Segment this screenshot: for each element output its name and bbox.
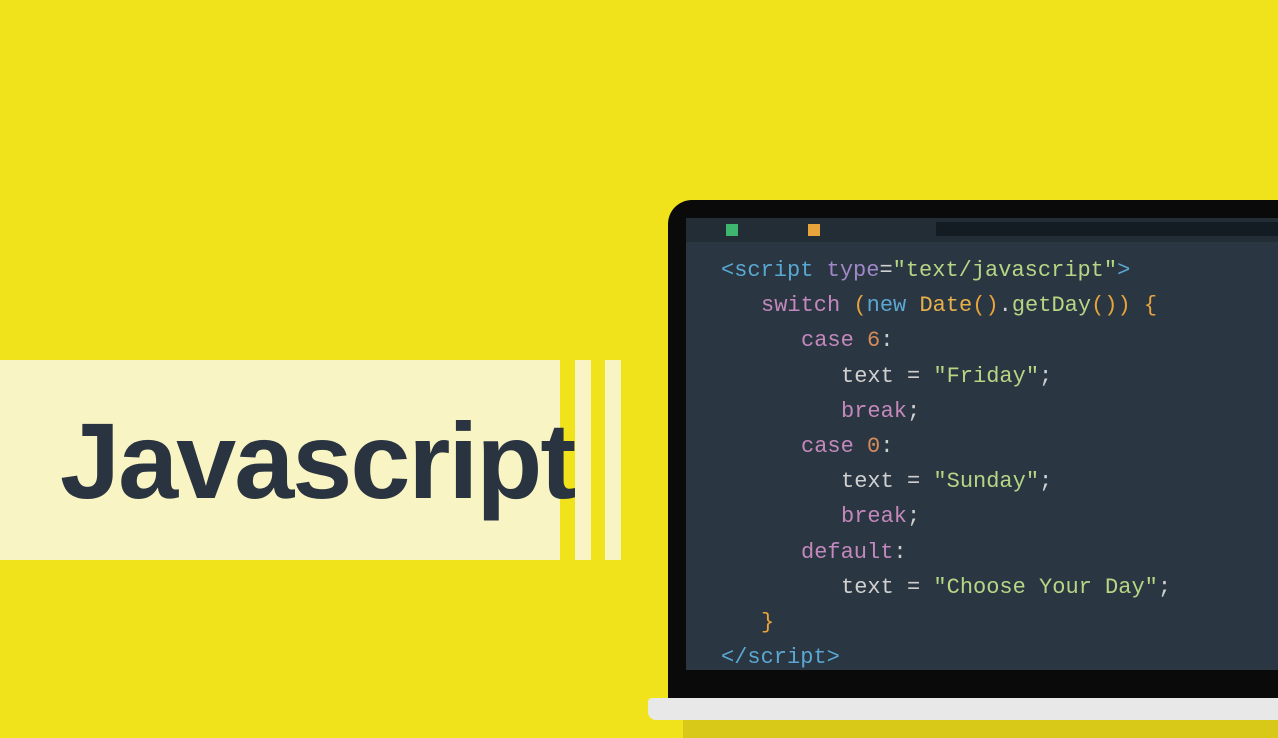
code-token: > (827, 645, 840, 670)
code-token: break (841, 504, 907, 529)
code-token: default (801, 540, 893, 565)
code-token: < (721, 258, 734, 283)
code-token: ; (907, 399, 920, 424)
code-token: case (801, 328, 854, 353)
code-token: type (827, 258, 880, 283)
code-token: ( (853, 293, 866, 318)
code-token: new (867, 293, 907, 318)
code-token: : (893, 540, 906, 565)
code-token: 0 (867, 434, 880, 459)
code-token: "Choose Your Day" (933, 575, 1157, 600)
laptop-illustration: <script type="text/javascript"> switch (… (648, 200, 1278, 720)
code-token: { (1144, 293, 1157, 318)
accent-bar (575, 360, 591, 560)
code-token: text (841, 364, 894, 389)
laptop-screen: <script type="text/javascript"> switch (… (686, 218, 1278, 670)
code-token: = (894, 364, 934, 389)
code-token: = (894, 469, 934, 494)
code-editor: <script type="text/javascript"> switch (… (721, 253, 1268, 675)
code-token: = (894, 575, 934, 600)
tab-indicator-icon (726, 224, 738, 236)
code-token: } (761, 610, 774, 635)
code-token: switch (761, 293, 840, 318)
code-token: ) (1104, 293, 1117, 318)
code-token: text (841, 469, 894, 494)
code-token: script (734, 258, 813, 283)
code-token: ; (1158, 575, 1171, 600)
laptop-shadow (683, 720, 1278, 738)
code-token: . (999, 293, 1012, 318)
code-token: ( (1091, 293, 1104, 318)
tab-bar-dark (936, 222, 1278, 236)
code-token: text (841, 575, 894, 600)
code-token: ) (985, 293, 998, 318)
code-token: ( (972, 293, 985, 318)
code-token: script (747, 645, 826, 670)
code-token: case (801, 434, 854, 459)
tab-indicator-icon (808, 224, 820, 236)
laptop-bezel: <script type="text/javascript"> switch (… (668, 200, 1278, 700)
code-token: "Sunday" (933, 469, 1039, 494)
code-token: > (1117, 258, 1130, 283)
code-token: ; (907, 504, 920, 529)
code-token: "text/javascript" (893, 258, 1117, 283)
code-token: = (879, 258, 892, 283)
code-token: 6 (867, 328, 880, 353)
page-title: Javascript (60, 398, 574, 523)
code-token: </ (721, 645, 747, 670)
code-token: ; (1039, 469, 1052, 494)
editor-tab-bar (686, 218, 1278, 242)
code-token: break (841, 399, 907, 424)
code-token: "Friday" (933, 364, 1039, 389)
code-token: : (880, 434, 893, 459)
code-token: Date (919, 293, 972, 318)
code-token: getDay (1012, 293, 1091, 318)
code-token: : (880, 328, 893, 353)
code-token: ) (1117, 293, 1130, 318)
laptop-base (648, 698, 1278, 720)
title-band: Javascript (0, 360, 560, 560)
accent-bar (605, 360, 621, 560)
code-token: ; (1039, 364, 1052, 389)
